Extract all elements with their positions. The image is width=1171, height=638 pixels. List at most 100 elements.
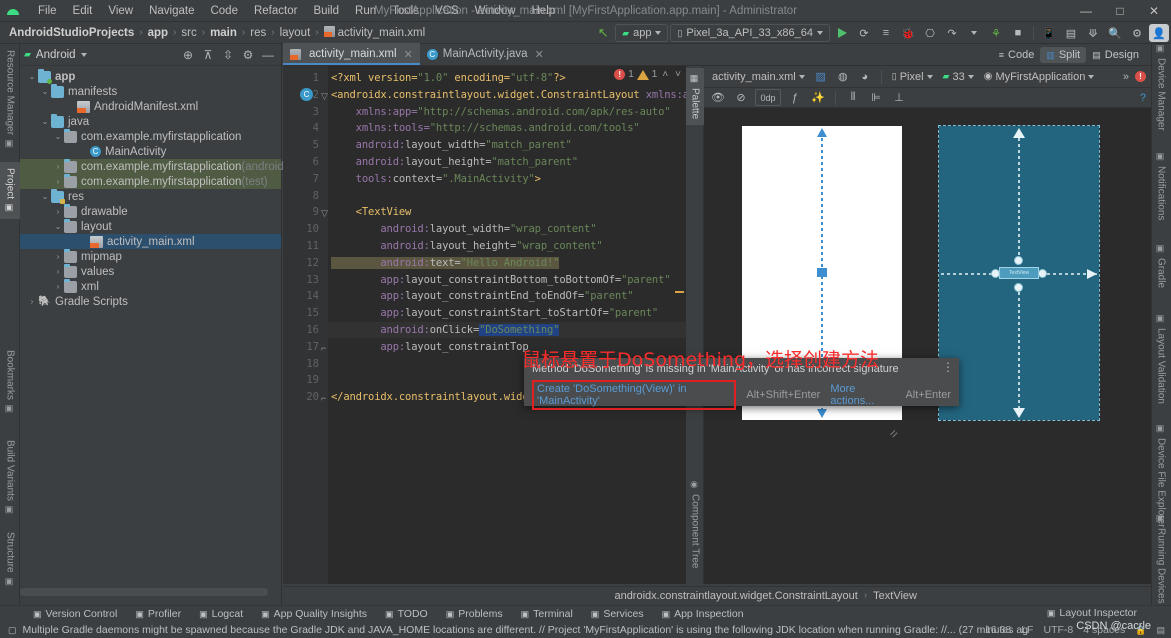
breadcrumb-item-activity-main-xml[interactable]: activity_main.xml [321, 26, 429, 39]
layout-inspector-button[interactable]: ▣ Layout Inspector [1047, 607, 1137, 619]
settings-icon[interactable]: ⚙ [239, 46, 257, 64]
chevron-down-icon[interactable]: ⌄ [39, 87, 51, 96]
design-file-selector[interactable]: activity_main.xml [709, 70, 808, 84]
project-panel-actions[interactable]: ⊕ ⊼ ⇳ ⚙ — [179, 46, 277, 64]
project-tree[interactable]: ⌄ app ⌄ manifests AndroidManifest.xml ⌄ java ⌄ c… [20, 66, 309, 309]
locate-icon[interactable]: ⊕ [179, 46, 197, 64]
menu-item-edit[interactable]: Edit [65, 2, 101, 20]
code-line[interactable]: <?xml version="1.0" encoding="utf-8"?> [331, 72, 566, 84]
tree-item-res[interactable]: ⌄ res [20, 188, 281, 204]
design-error-icon[interactable]: ! [1135, 71, 1146, 82]
code-line[interactable]: tools:context=".MainActivity"> [331, 173, 541, 185]
api-level-selector[interactable]: ▰ 33 [940, 70, 977, 84]
preview-device-selector[interactable]: ▯ Pixel [889, 70, 936, 84]
tree-item-manifests[interactable]: ⌄ manifests [20, 83, 281, 99]
right-tool-tab-notifications[interactable]: ▣ Notifications [1151, 152, 1171, 220]
clear-constraints-icon[interactable]: ƒ [786, 89, 804, 106]
breadcrumb-item-main[interactable]: main [207, 27, 240, 39]
code-line[interactable]: <androidx.constraintlayout.widget.Constr… [331, 89, 686, 101]
collapse-all-icon[interactable]: ⊼ [199, 46, 217, 64]
tree-item-java[interactable]: ⌄ java [20, 113, 281, 129]
main-menu[interactable]: File Edit View Navigate Code Refactor Build Run… [30, 2, 563, 20]
tree-item-androidmanifest-xml[interactable]: AndroidManifest.xml [20, 99, 281, 114]
guideline-icon[interactable]: ⫴ [844, 89, 862, 106]
view-mode-design[interactable]: ▤ Design [1086, 47, 1145, 63]
sdk-manager-icon[interactable]: ▤ [1061, 24, 1081, 42]
chevron-right-icon[interactable]: › [52, 252, 64, 261]
run-toolbar[interactable]: ↖ ▰ app ▯ Pixel_3a_API_33_x86_64 ⟳ ≡ 🐞 ⎔… [593, 22, 1169, 44]
run-configuration-selector[interactable]: ▰ app [615, 24, 669, 42]
apply-code-changes-icon[interactable]: ≡ [876, 24, 896, 42]
chevron-down-icon[interactable]: ⌄ [52, 222, 64, 231]
tree-item-mipmap[interactable]: › mipmap [20, 248, 281, 264]
palette-tab[interactable]: ▦ Palette [686, 68, 704, 126]
avd-manager-icon[interactable]: 📱 [1039, 24, 1059, 42]
left-tool-tab-structure[interactable]: Structure ▣ [0, 526, 20, 593]
event-log-icon[interactable]: ▢ [8, 625, 17, 636]
right-tool-tab-device-manager[interactable]: ▣ Device Manager [1151, 44, 1171, 131]
overflow-icon[interactable]: » [1123, 71, 1129, 83]
close-icon[interactable]: ✕ [1137, 0, 1171, 22]
baseline-icon[interactable]: ⊥ [890, 89, 908, 106]
window-controls[interactable]: — □ ✕ [1069, 0, 1171, 22]
chevron-right-icon[interactable]: › [52, 207, 64, 216]
menu-item-build[interactable]: Build [305, 2, 347, 20]
code-line[interactable]: app:layout_constraintTop [331, 341, 528, 353]
account-icon[interactable]: 👤 [1149, 24, 1169, 42]
status-tab-app-quality-insights[interactable]: ▣ App Quality Insights [252, 608, 376, 620]
close-icon[interactable]: ✕ [535, 48, 544, 61]
chevron-down-icon[interactable]: ⌄ [26, 72, 38, 81]
code-line[interactable]: app:layout_constraintBottom_toBottomOf="… [331, 274, 670, 286]
view-mode-split[interactable]: ▥ Split [1040, 47, 1087, 63]
attach-debugger-icon[interactable]: ⎔ [920, 24, 940, 42]
menu-item-tools[interactable]: Tools [384, 2, 427, 20]
breadcrumb-item-app[interactable]: app [145, 27, 171, 39]
infer-constraints-icon[interactable]: ✨ [809, 89, 827, 106]
code-fold-icon[interactable]: ▽ [321, 91, 328, 102]
profile-icon[interactable]: ↷ [942, 24, 962, 42]
sync-gradle-icon[interactable]: ⟱ [1083, 24, 1103, 42]
run-with-coverage-icon[interactable]: ⚘ [986, 24, 1006, 42]
editor-tab-activity-main-xml[interactable]: activity_main.xml ✕ [283, 43, 420, 65]
right-tool-tab-running-devices[interactable]: ▣ Running Devices [1151, 514, 1171, 604]
chevron-right-icon[interactable]: › [52, 162, 64, 171]
status-message[interactable]: Multiple Gradle daemons might be spawned… [23, 624, 1029, 636]
chevron-down-icon[interactable]: ⌄ [52, 132, 64, 141]
chevron-down-icon[interactable]: ⌄ [39, 117, 51, 126]
code-line[interactable]: android:layout_width="match_parent" [331, 139, 572, 151]
orientation-icon[interactable]: ◍ [834, 68, 852, 85]
breadcrumb[interactable]: AndroidStudioProjects › app › src › main › res › l… [6, 26, 428, 39]
design-surface-icon[interactable]: ▨ [812, 68, 830, 85]
status-tab-services[interactable]: ▣ Services [582, 608, 653, 620]
editor-tab-mainactivity-java[interactable]: C MainActivity.java ✕ [420, 43, 551, 65]
expand-icon[interactable]: ⇳ [219, 46, 237, 64]
code-editor[interactable]: 1 <?xml version="1.0" encoding="utf-8"?> 2… [283, 66, 686, 584]
right-tool-window-bar[interactable]: ▣ Device Manager ▣ Notifications ▣ Gradle ▣ Lay… [1151, 44, 1171, 606]
menu-item-navigate[interactable]: Navigate [141, 2, 202, 20]
run-icon[interactable] [832, 24, 852, 42]
back-arrow-icon[interactable]: ↖ [593, 24, 613, 42]
inspection-widget[interactable]: ! 1 1 ˄ ˅ [614, 69, 683, 80]
left-tool-tab-project[interactable]: Project ▣ [0, 162, 20, 220]
chevron-right-icon[interactable]: › [52, 267, 64, 276]
code-line[interactable]: xmlns:tools="http://schemas.android.com/… [331, 122, 640, 134]
status-tab-app-inspection[interactable]: ▣ App Inspection [653, 608, 753, 620]
code-line[interactable]: android:layout_height="match_parent" [331, 156, 578, 168]
breadcrumb-item-layout[interactable]: layout [277, 27, 314, 39]
code-fold-icon[interactable]: ⌐ [321, 343, 326, 353]
default-margin-icon[interactable]: 0dp [755, 89, 781, 106]
chevron-down-icon[interactable]: ⌄ [39, 192, 51, 201]
right-tool-tab-device-file-explorer[interactable]: ▣ Device File Explorer [1151, 424, 1171, 527]
component-tree-tab[interactable]: ◉ Component Tree [686, 480, 704, 569]
theme-selector[interactable]: ◉ MyFirstApplication [981, 70, 1098, 84]
menu-item-run[interactable]: Run [347, 2, 384, 20]
constraint-handle-right[interactable] [1038, 269, 1047, 278]
code-fold-icon[interactable]: ⌐ [321, 393, 326, 403]
left-tool-tab-build-variants[interactable]: Build Variants ▣ [0, 434, 20, 521]
status-tool-bar[interactable]: ▣ Version Control ▣ Profiler ▣ Logcat ▣ App Qua… [0, 605, 1171, 622]
menu-item-file[interactable]: File [30, 2, 65, 20]
breadcrumb-item-androidstudioprojects[interactable]: AndroidStudioProjects [6, 27, 137, 39]
settings-icon[interactable]: ⚙ [1127, 24, 1147, 42]
line-separator-label[interactable]: LF [1021, 624, 1033, 636]
tree-item-gradle-scripts[interactable]: › 🐘 Gradle Scripts [20, 294, 281, 309]
